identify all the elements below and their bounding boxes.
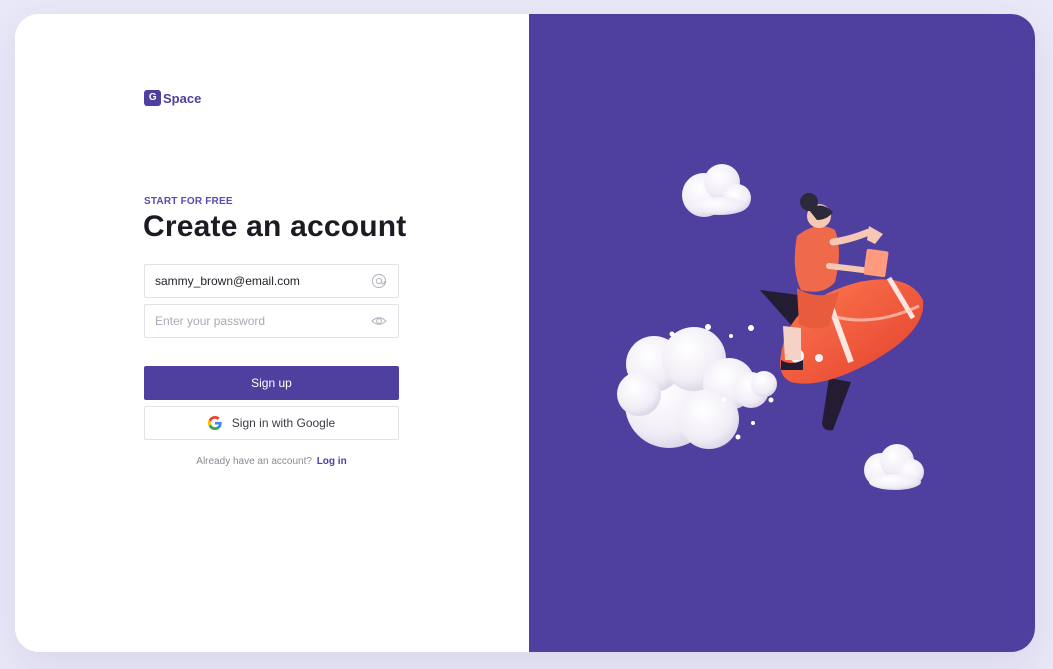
password-field[interactable]: [144, 304, 399, 338]
illustration-panel: [529, 14, 1035, 652]
eyebrow-label: START FOR FREE: [144, 196, 233, 207]
cloud-bottom: [864, 444, 924, 490]
rocket-illustration: [617, 164, 924, 490]
rocket-fin-bottom: [822, 378, 851, 431]
page-title: Create an account: [143, 210, 407, 243]
google-icon: [207, 416, 222, 430]
at-icon: [371, 273, 387, 289]
google-button-label: Sign in with Google: [231, 416, 336, 430]
google-signin-button[interactable]: Sign in with Google: [144, 406, 399, 440]
exhaust-cloud: [617, 327, 777, 449]
signup-button-label: Sign up: [251, 376, 292, 390]
email-input[interactable]: [155, 265, 360, 297]
form-panel: G Space START FOR FREE Create an account…: [15, 14, 529, 652]
email-field[interactable]: [144, 264, 399, 298]
login-link[interactable]: Log in: [317, 456, 347, 467]
cloud-top: [682, 164, 751, 217]
logo[interactable]: G Space: [144, 90, 201, 106]
logo-text: Space: [163, 90, 202, 106]
eye-icon[interactable]: [371, 313, 387, 329]
login-prompt-text: Already have an account?: [196, 456, 312, 467]
password-input[interactable]: [155, 305, 360, 337]
signup-card: G Space START FOR FREE Create an account…: [15, 14, 1035, 652]
logo-mark: G: [144, 90, 161, 106]
login-prompt-row: Already have an account? Log in: [144, 456, 399, 467]
signup-button[interactable]: Sign up: [144, 366, 399, 400]
